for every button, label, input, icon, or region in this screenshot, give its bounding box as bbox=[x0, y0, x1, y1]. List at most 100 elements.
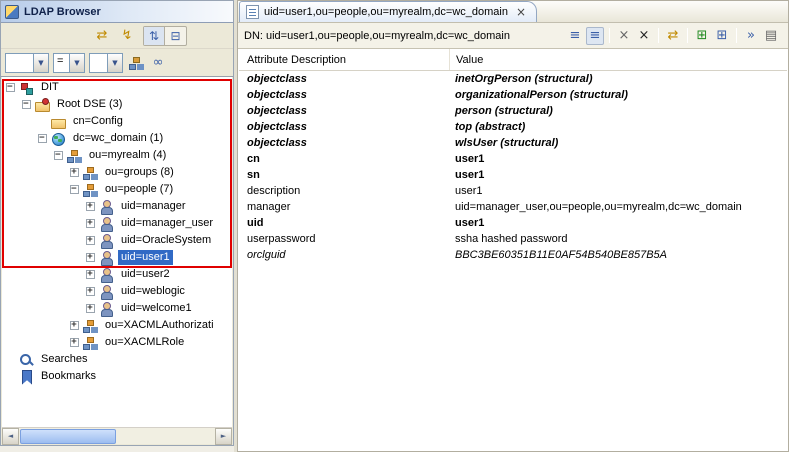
column-header-value[interactable]: Value bbox=[449, 49, 787, 70]
view-menu-icon[interactable]: ▤ bbox=[762, 27, 780, 45]
editor-tabbar: uid=user1,ou=people,ou=myrealm,dc=wc_dom… bbox=[238, 1, 788, 23]
tree-node-uid-manager[interactable]: + uid=manager bbox=[2, 198, 232, 215]
tree-node-ou-xacmlrole[interactable]: + ou=XACMLRole bbox=[2, 334, 232, 351]
hierarchy-filter-button[interactable] bbox=[127, 54, 145, 72]
expand-icon[interactable]: + bbox=[82, 287, 98, 296]
tree-node-label: Searches bbox=[41, 353, 88, 365]
attribute-row[interactable]: objectclass wlsUser (structural) bbox=[239, 135, 787, 151]
collapse-all-button[interactable]: ⊟ bbox=[165, 27, 186, 45]
tree-node-uid-welcome1[interactable]: + uid=welcome1 bbox=[2, 300, 232, 317]
tree-node-uid-oraclesystem[interactable]: + uid=OracleSystem bbox=[2, 232, 232, 249]
expand-editor-icon[interactable]: » bbox=[742, 27, 760, 45]
attribute-row[interactable]: uid user1 bbox=[239, 215, 787, 231]
show-searches-button[interactable]: ∞ bbox=[149, 54, 167, 72]
tree-node-root-dse-3[interactable]: − Root DSE (3) bbox=[2, 96, 232, 113]
tree-node-ou-myrealm-4[interactable]: − ou=myrealm (4) bbox=[2, 147, 232, 164]
refresh-icon[interactable]: ⇄ bbox=[93, 27, 111, 45]
expand-icon[interactable]: + bbox=[82, 202, 98, 211]
attribute-name: cn bbox=[247, 153, 260, 165]
tree-node-label: DIT bbox=[41, 81, 59, 93]
search-attribute-combo[interactable]: ▼ bbox=[5, 52, 49, 73]
expand-icon[interactable]: + bbox=[66, 321, 82, 330]
attribute-row[interactable]: objectclass top (abstract) bbox=[239, 119, 787, 135]
editor-tab[interactable]: uid=user1,ou=people,ou=myrealm,dc=wc_dom… bbox=[239, 1, 538, 22]
attribute-value: BBC3BE60351B11E0AF54B540BE857B5A bbox=[455, 249, 668, 261]
collapse-icon[interactable]: − bbox=[50, 151, 66, 160]
expand-icon[interactable]: + bbox=[82, 236, 98, 245]
editor-toolbar: DN: uid=user1,ou=people,ou=myrealm,dc=wc… bbox=[238, 23, 788, 49]
expand-icon[interactable]: + bbox=[82, 304, 98, 313]
view-tab-ldap-browser[interactable]: LDAP Browser bbox=[1, 1, 111, 22]
person-icon bbox=[98, 267, 114, 283]
attribute-name: objectclass bbox=[247, 73, 307, 85]
tree-node-label: uid=user2 bbox=[121, 268, 170, 280]
search-operator-combo[interactable]: = ▼ bbox=[53, 52, 85, 73]
editor-tab-label: uid=user1,ou=people,ou=myrealm,dc=wc_dom… bbox=[264, 6, 508, 18]
tree-node-ou-groups-8[interactable]: + ou=groups (8) bbox=[2, 164, 232, 181]
refresh-attributes-icon[interactable]: ⇄ bbox=[664, 27, 682, 45]
attribute-row[interactable]: objectclass person (structural) bbox=[239, 103, 787, 119]
collapse-icon[interactable]: − bbox=[66, 185, 82, 194]
horizontal-scrollbar[interactable]: ◄ ► bbox=[2, 427, 232, 445]
tree-node-uid-user1[interactable]: + uid=user1 bbox=[2, 249, 232, 266]
chevron-down-icon[interactable]: ▼ bbox=[33, 53, 48, 72]
collapse-icon[interactable]: − bbox=[2, 83, 18, 92]
expand-icon[interactable]: + bbox=[82, 219, 98, 228]
attribute-row[interactable]: description user1 bbox=[239, 183, 787, 199]
chevron-down-icon[interactable]: ▼ bbox=[69, 53, 84, 72]
show-operational-attributes-icon[interactable]: ≡ bbox=[586, 26, 604, 45]
tree-node-ou-people-7[interactable]: − ou=people (7) bbox=[2, 181, 232, 198]
attribute-row[interactable]: sn user1 bbox=[239, 167, 787, 183]
delete-value-icon[interactable]: × bbox=[615, 27, 633, 45]
attribute-row[interactable]: objectclass inetOrgPerson (structural) bbox=[239, 71, 787, 87]
tree-node-label: uid=weblogic bbox=[121, 285, 185, 297]
tree-node-uid-weblogic[interactable]: + uid=weblogic bbox=[2, 283, 232, 300]
quick-search-icon[interactable]: ↯ bbox=[118, 27, 136, 45]
attribute-row[interactable]: objectclass organizationalPerson (structu… bbox=[239, 87, 787, 103]
tree-node-bookmarks[interactable]: Bookmarks bbox=[2, 368, 232, 385]
tree-node-cn-config[interactable]: cn=Config bbox=[2, 113, 232, 130]
tree-node-dit[interactable]: − DIT bbox=[2, 79, 232, 96]
tree-node-searches[interactable]: Searches bbox=[2, 351, 232, 368]
new-value-icon[interactable]: ⊞ bbox=[693, 27, 711, 45]
attribute-row[interactable]: userpassword ssha hashed password bbox=[239, 231, 787, 247]
attribute-row[interactable]: manager uid=manager_user,ou=people,ou=myr… bbox=[239, 199, 787, 215]
ldap-browser-icon bbox=[5, 4, 19, 19]
tree-node-ou-xacmlauthorizati[interactable]: + ou=XACMLAuthorizati bbox=[2, 317, 232, 334]
attribute-row[interactable]: cn user1 bbox=[239, 151, 787, 167]
search-operator-value: = bbox=[57, 54, 64, 67]
tree-node-dc-wc-domain-1[interactable]: − dc=wc_domain (1) bbox=[2, 130, 232, 147]
link-with-editor-button[interactable]: ⇅ bbox=[144, 26, 165, 45]
collapse-icon[interactable]: − bbox=[34, 134, 50, 143]
tree-node-uid-user2[interactable]: + uid=user2 bbox=[2, 266, 232, 283]
expand-icon[interactable]: + bbox=[66, 168, 82, 177]
scroll-left-button[interactable]: ◄ bbox=[2, 427, 19, 445]
new-attribute-icon[interactable]: ⊞ bbox=[713, 27, 731, 45]
delete-all-values-icon[interactable]: × bbox=[635, 27, 653, 45]
expand-icon[interactable]: + bbox=[66, 338, 82, 347]
quick-filter-icon[interactable]: ≡ bbox=[566, 27, 584, 45]
expand-icon[interactable]: + bbox=[82, 253, 98, 262]
orgunit-icon bbox=[82, 165, 98, 181]
scroll-right-button[interactable]: ► bbox=[215, 427, 232, 445]
ldap-browser-window: LDAP Browser ⇄ ↯ ⇅ ⊟ ▼ = ▼ ▼ ∞ − DIT − R… bbox=[0, 0, 789, 452]
hierarchy-icon bbox=[128, 55, 144, 71]
editor-toolbar-icons: ≡ ≡ × × ⇄ ⊞ ⊞ » ▤ bbox=[566, 26, 782, 45]
tree-node-uid-manager-user[interactable]: + uid=manager_user bbox=[2, 215, 232, 232]
scroll-thumb[interactable] bbox=[20, 428, 116, 444]
attribute-row[interactable]: orclguid BBC3BE60351B11E0AF54B540BE857B5A bbox=[239, 247, 787, 263]
tree-node-label: uid=manager_user bbox=[121, 217, 214, 229]
attribute-value: user1 bbox=[455, 185, 483, 197]
entry-icon bbox=[246, 5, 259, 19]
collapse-icon[interactable]: − bbox=[18, 100, 34, 109]
search-value-combo[interactable]: ▼ bbox=[89, 52, 123, 73]
dn-label: DN: uid=user1,ou=people,ou=myrealm,dc=wc… bbox=[244, 29, 510, 42]
column-header-attribute-description[interactable]: Attribute Description bbox=[239, 54, 449, 66]
scroll-track[interactable] bbox=[117, 428, 215, 444]
expand-icon[interactable]: + bbox=[82, 270, 98, 279]
close-icon[interactable]: × bbox=[513, 5, 526, 19]
chevron-down-icon[interactable]: ▼ bbox=[107, 53, 122, 72]
